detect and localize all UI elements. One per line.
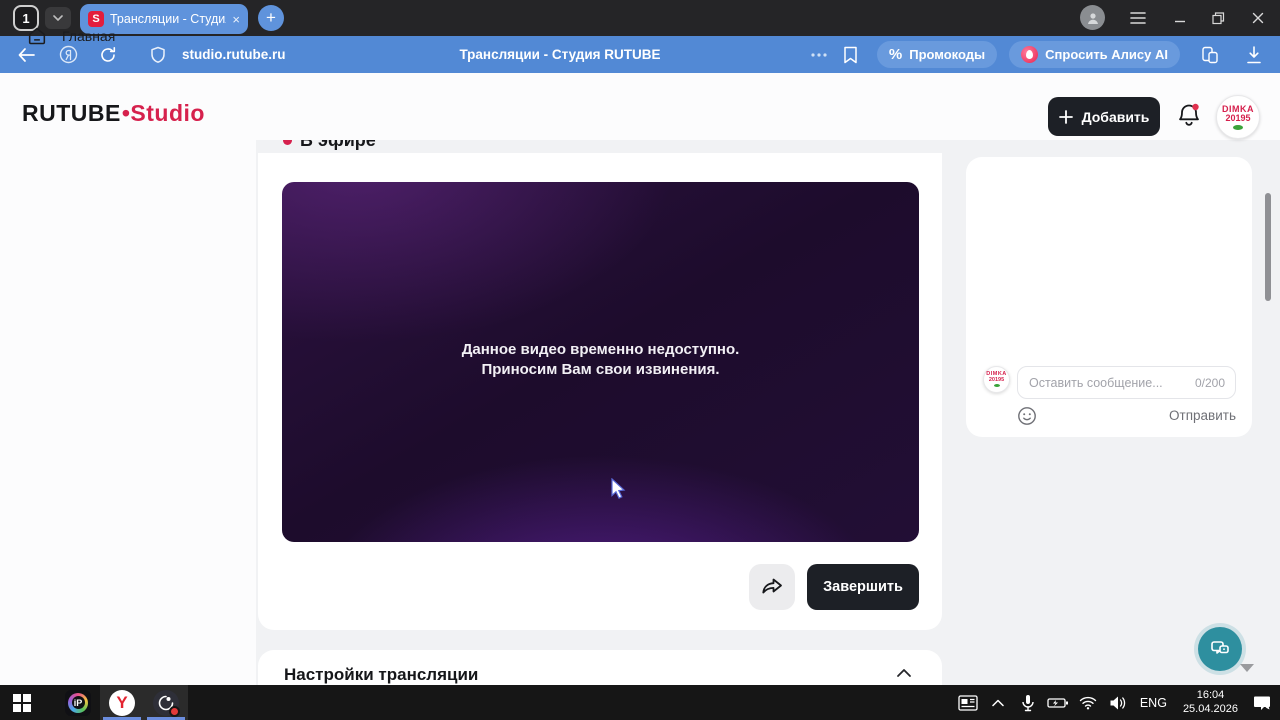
tab-close-icon[interactable]: × — [232, 12, 240, 27]
windows-taskbar: iP Y ENG 16:04 25.04.2026 — [0, 685, 1280, 720]
toolbar-page-title: Трансляции - Студия RUTUBE — [459, 47, 661, 62]
wifi-icon[interactable] — [1076, 696, 1100, 710]
browser-profile-avatar[interactable] — [1080, 5, 1105, 30]
taskbar-app-paint[interactable]: iP — [56, 685, 100, 720]
support-chat-fab[interactable] — [1198, 627, 1242, 671]
news-widget-icon[interactable] — [956, 694, 980, 711]
clock[interactable]: 16:04 25.04.2026 — [1177, 689, 1244, 717]
char-counter: 0/200 — [1194, 375, 1225, 390]
chat-user-avatar: DIMKA 20195 — [983, 366, 1010, 393]
volume-icon[interactable] — [1106, 695, 1130, 711]
clock-time: 16:04 — [1196, 688, 1225, 701]
more-icon[interactable] — [803, 41, 835, 69]
start-button[interactable] — [0, 685, 44, 720]
notifications-bell-icon[interactable] — [1176, 102, 1202, 130]
action-center-icon[interactable] — [1250, 695, 1274, 711]
obs-recording-dot — [169, 705, 180, 717]
home-icon — [26, 25, 48, 47]
window-minimize-button[interactable] — [1160, 0, 1200, 36]
chat-message-field[interactable]: 0/200 — [1017, 366, 1236, 399]
paint-app-icon: iP — [65, 689, 91, 716]
downloads-icon[interactable] — [1238, 41, 1270, 69]
scroll-hint-arrow — [1240, 664, 1254, 672]
plus-icon — [1058, 109, 1073, 124]
taskbar-app-obs[interactable] — [144, 685, 188, 720]
rutube-studio-logo[interactable]: RUTUBE • Studio — [22, 100, 205, 127]
tray-expand-chevron-icon[interactable] — [986, 699, 1010, 707]
send-message-button[interactable]: Отправить — [1169, 408, 1236, 423]
battery-icon[interactable] — [1046, 696, 1070, 710]
sidebar-item-home[interactable]: Главная — [16, 16, 226, 56]
page-scrollbar[interactable] — [1265, 193, 1271, 301]
share-button[interactable] — [749, 564, 795, 610]
mouse-cursor — [610, 478, 627, 500]
browser-menu-icon[interactable] — [1118, 0, 1158, 36]
user-avatar[interactable]: DIMKA 20195 — [1216, 95, 1260, 139]
alice-icon — [1021, 46, 1039, 63]
bookmark-icon[interactable] — [835, 41, 867, 69]
promo-codes-button[interactable]: % Промокоды — [876, 41, 998, 68]
clock-date: 25.04.2026 — [1182, 702, 1238, 715]
ask-alice-button[interactable]: Спросить Алису AI — [1009, 41, 1180, 68]
chat-input[interactable] — [1018, 375, 1168, 390]
sidebar — [0, 140, 256, 685]
percent-icon: % — [888, 46, 903, 63]
add-button[interactable]: Добавить — [1048, 97, 1160, 136]
emoji-icon[interactable] — [1017, 406, 1037, 426]
chat-panel: DIMKA 20195 0/200 Отправить — [966, 157, 1252, 437]
extensions-icon[interactable] — [1194, 41, 1226, 69]
broadcast-card: Данное видео временно недоступно. Принос… — [258, 153, 942, 630]
collapse-chevron-icon[interactable] — [896, 668, 912, 678]
taskbar-app-yandex-browser[interactable]: Y — [100, 685, 144, 720]
window-restore-button[interactable] — [1198, 0, 1238, 36]
video-player[interactable]: Данное видео временно недоступно. Принос… — [282, 182, 919, 542]
share-arrow-icon — [762, 578, 782, 594]
microphone-icon[interactable] — [1016, 694, 1040, 712]
avatar-leaf-decoration — [1233, 124, 1243, 130]
player-unavailable-message: Данное видео временно недоступно. Принос… — [461, 341, 740, 379]
language-indicator[interactable]: ENG — [1136, 696, 1171, 710]
obs-icon — [153, 689, 180, 717]
window-close-button[interactable] — [1238, 0, 1278, 36]
new-tab-button[interactable]: + — [258, 5, 284, 31]
settings-section-title: Настройки трансляции — [284, 665, 479, 684]
yandex-browser-icon: Y — [109, 689, 135, 716]
chat-bubbles-icon — [1211, 641, 1229, 654]
finish-broadcast-button[interactable]: Завершить — [807, 564, 919, 610]
